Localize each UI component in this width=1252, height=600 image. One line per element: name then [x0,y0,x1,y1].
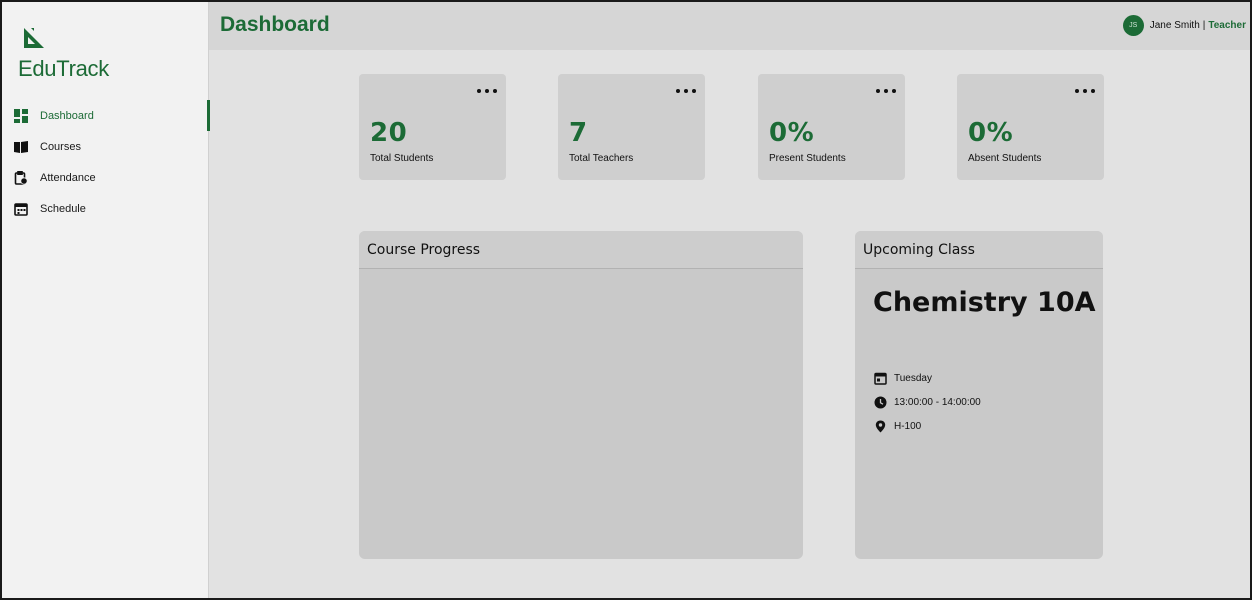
sidebar: EduTrack Dashboard Courses Attendance Sc… [2,2,210,598]
class-time: 13:00:00 - 14:00:00 [874,396,981,409]
stat-card-total-students: 20 Total Students [359,74,506,180]
clock-icon [874,396,887,409]
panel-title: Course Progress [359,231,803,269]
sidebar-item-schedule[interactable]: Schedule [2,193,209,224]
user-menu[interactable]: JS Jane Smith | Teacher [1122,15,1246,36]
class-name: Chemistry 10A [873,287,1096,318]
class-day: Tuesday [874,372,932,385]
class-room-text: H-100 [894,421,922,432]
stat-value: 0% [769,118,815,148]
stat-value: 0% [968,118,1014,148]
sidebar-item-courses[interactable]: Courses [2,131,209,162]
upcoming-class-panel: Upcoming Class Chemistry 10A Tuesday 13:… [855,231,1103,559]
avatar[interactable]: JS [1122,15,1144,36]
stat-card-present-students: 0% Present Students [758,74,905,180]
sidebar-item-dashboard[interactable]: Dashboard [2,100,210,131]
sidebar-item-label: Schedule [40,202,86,215]
stat-label: Absent Students [968,153,1042,164]
class-time-text: 13:00:00 - 14:00:00 [894,397,981,408]
stat-value: 7 [569,118,588,148]
course-progress-panel: Course Progress [359,231,803,559]
more-options-icon[interactable] [477,84,497,98]
more-options-icon[interactable] [676,84,696,98]
clipboard-clock-icon [14,170,28,185]
stat-card-absent-students: 0% Absent Students [957,74,1104,180]
page-title: Dashboard [220,13,330,36]
sidebar-item-attendance[interactable]: Attendance [2,162,209,193]
location-pin-icon [874,420,887,433]
calendar-icon [874,372,887,385]
set-square-icon [22,26,46,50]
stat-label: Total Teachers [569,153,634,164]
sidebar-nav: Dashboard Courses Attendance Schedule [2,100,210,224]
panel-title: Upcoming Class [855,231,1103,269]
user-separator: | [1202,20,1206,31]
sidebar-item-label: Courses [40,140,81,153]
dashboard-icon [14,108,28,123]
app-name: EduTrack [18,56,109,81]
book-icon [14,140,28,154]
more-options-icon[interactable] [1075,84,1095,98]
stat-label: Total Students [370,153,434,164]
stat-card-total-teachers: 7 Total Teachers [558,74,705,180]
class-room: H-100 [874,420,921,433]
more-options-icon[interactable] [876,84,896,98]
calendar-icon [14,202,28,216]
stat-value: 20 [370,118,408,148]
user-name: Jane Smith [1149,20,1200,31]
sidebar-item-label: Attendance [40,171,96,184]
sidebar-item-label: Dashboard [40,109,94,122]
stat-label: Present Students [769,153,846,164]
class-day-text: Tuesday [894,373,932,384]
top-header: Dashboard JS Jane Smith | Teacher [209,2,1250,50]
user-role: Teacher [1208,20,1246,31]
